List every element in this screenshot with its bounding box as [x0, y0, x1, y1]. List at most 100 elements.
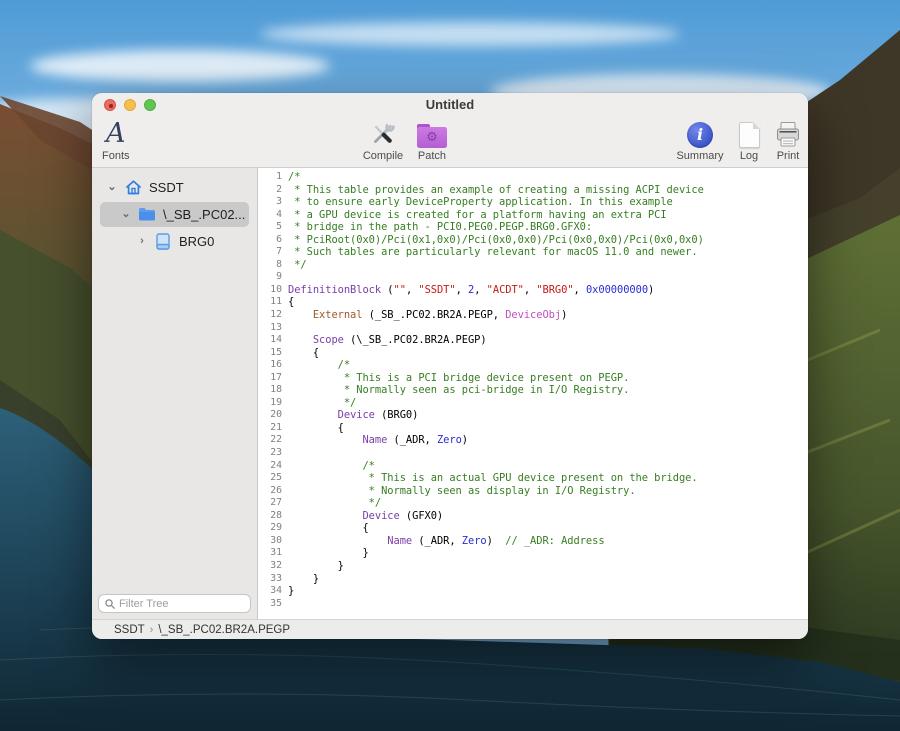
code-text: * Normally seen as display in I/O Regist…	[288, 485, 636, 498]
code-line: 35	[258, 598, 808, 611]
line-number: 35	[258, 598, 288, 611]
code-text: }	[288, 585, 294, 598]
code-text: */	[288, 259, 307, 272]
code-line: 34}	[258, 585, 808, 598]
code-line: 13	[258, 322, 808, 335]
print-label: Print	[777, 150, 800, 162]
line-number: 17	[258, 372, 288, 385]
fonts-button[interactable]: A Fonts	[102, 118, 130, 162]
filter-tree-input[interactable]: Filter Tree	[98, 594, 251, 613]
line-number: 24	[258, 460, 288, 473]
code-line: 19 */	[258, 397, 808, 410]
code-text: * This table provides an example of crea…	[288, 184, 704, 197]
status-path: \_SB_.PC02.BR2A.PEGP	[158, 624, 290, 636]
code-text: {	[288, 347, 319, 360]
line-number: 20	[258, 409, 288, 422]
status-bar: SSDT › \_SB_.PC02.BR2A.PEGP	[92, 619, 808, 639]
code-line: 4 * a GPU device is created for a platfo…	[258, 209, 808, 222]
patch-button[interactable]: ⚙ Patch	[412, 118, 452, 162]
patch-label: Patch	[418, 150, 446, 162]
printer-icon	[775, 121, 801, 148]
code-lines: 1/*2 * This table provides an example of…	[258, 171, 808, 610]
code-text: {	[288, 522, 369, 535]
code-text: Device (BRG0)	[288, 409, 418, 422]
line-number: 23	[258, 447, 288, 460]
code-line: 29 {	[258, 522, 808, 535]
code-text: DefinitionBlock ("", "SSDT", 2, "ACDT", …	[288, 284, 654, 297]
code-text: }	[288, 560, 344, 573]
titlebar[interactable]: Untitled	[92, 93, 808, 116]
compile-label: Compile	[363, 150, 403, 162]
code-text: * PciRoot(0x0)/Pci(0x1,0x0)/Pci(0x0,0x0)…	[288, 234, 704, 247]
compile-button[interactable]: Compile	[357, 118, 409, 162]
code-line: 23	[258, 447, 808, 460]
tree-item-label: BRG0	[179, 234, 214, 249]
code-text: {	[288, 296, 294, 309]
tree-item-label: \_SB_.PC02...	[163, 207, 245, 222]
line-number: 16	[258, 359, 288, 372]
sidebar: ⌄ SSDT ⌄	[92, 168, 258, 619]
chevron-down-icon[interactable]: ⌄	[106, 182, 118, 193]
line-number: 21	[258, 422, 288, 435]
code-text: }	[288, 573, 319, 586]
info-icon: i	[687, 122, 713, 148]
window-title: Untitled	[92, 97, 808, 112]
print-button[interactable]: Print	[770, 118, 806, 162]
status-root: SSDT	[114, 624, 145, 636]
line-number: 9	[258, 271, 288, 284]
line-number: 29	[258, 522, 288, 535]
line-number: 2	[258, 184, 288, 197]
line-number: 19	[258, 397, 288, 410]
code-text: }	[288, 547, 369, 560]
code-line: 2 * This table provides an example of cr…	[258, 184, 808, 197]
search-icon	[105, 599, 115, 609]
chevron-right-icon[interactable]: ›	[136, 236, 148, 247]
fonts-icon: A	[106, 120, 126, 148]
code-line: 1/*	[258, 171, 808, 184]
toolbar: A Fonts	[92, 116, 808, 168]
line-number: 27	[258, 497, 288, 510]
code-line: 11{	[258, 296, 808, 309]
summary-button[interactable]: i Summary	[672, 118, 728, 162]
tree-item-ssdt[interactable]: ⌄ SSDT	[92, 174, 257, 201]
code-text: Name (_ADR, Zero) // _ADR: Address	[288, 535, 605, 548]
code-line: 30 Name (_ADR, Zero) // _ADR: Address	[258, 535, 808, 548]
code-text: Device (GFX0)	[288, 510, 443, 523]
filter-placeholder: Filter Tree	[119, 598, 169, 610]
code-text: * a GPU device is created for a platform…	[288, 209, 667, 222]
log-label: Log	[740, 150, 758, 162]
code-line: 33 }	[258, 573, 808, 586]
code-line: 5 * bridge in the path - PCI0.PEG0.PEGP.…	[258, 221, 808, 234]
code-text: Scope (\_SB_.PC02.BR2A.PEGP)	[288, 334, 487, 347]
patch-folder-icon: ⚙	[417, 124, 447, 148]
line-number: 18	[258, 384, 288, 397]
code-line: 7 * Such tables are particularly relevan…	[258, 246, 808, 259]
line-number: 10	[258, 284, 288, 297]
app-window: Untitled A Fonts	[92, 93, 808, 639]
line-number: 33	[258, 573, 288, 586]
code-editor[interactable]: 1/*2 * This table provides an example of…	[258, 168, 808, 619]
chevron-down-icon[interactable]: ⌄	[120, 209, 132, 220]
code-text: /*	[288, 359, 350, 372]
breadcrumb-separator: ›	[150, 624, 154, 636]
code-line: 10DefinitionBlock ("", "SSDT", 2, "ACDT"…	[258, 284, 808, 297]
code-text: /*	[288, 171, 300, 184]
code-line: 9	[258, 271, 808, 284]
desktop: Untitled A Fonts	[0, 0, 900, 731]
line-number: 32	[258, 560, 288, 573]
code-line: 12 External (_SB_.PC02.BR2A.PEGP, Device…	[258, 309, 808, 322]
line-number: 11	[258, 296, 288, 309]
tree-item-brg0[interactable]: › BRG0	[92, 228, 257, 255]
code-text: * bridge in the path - PCI0.PEG0.PEGP.BR…	[288, 221, 592, 234]
code-line: 18 * Normally seen as pci-bridge in I/O …	[258, 384, 808, 397]
line-number: 25	[258, 472, 288, 485]
tree-item-sb-pc02[interactable]: ⌄ \_SB_.PC02...	[92, 201, 257, 228]
log-button[interactable]: Log	[734, 118, 764, 162]
code-line: 14 Scope (\_SB_.PC02.BR2A.PEGP)	[258, 334, 808, 347]
line-number: 26	[258, 485, 288, 498]
code-line: 31 }	[258, 547, 808, 560]
summary-label: Summary	[676, 150, 723, 162]
compile-tools-icon	[369, 120, 397, 148]
code-line: 6 * PciRoot(0x0)/Pci(0x1,0x0)/Pci(0x0,0x…	[258, 234, 808, 247]
code-text: * Such tables are particularly relevant …	[288, 246, 698, 259]
